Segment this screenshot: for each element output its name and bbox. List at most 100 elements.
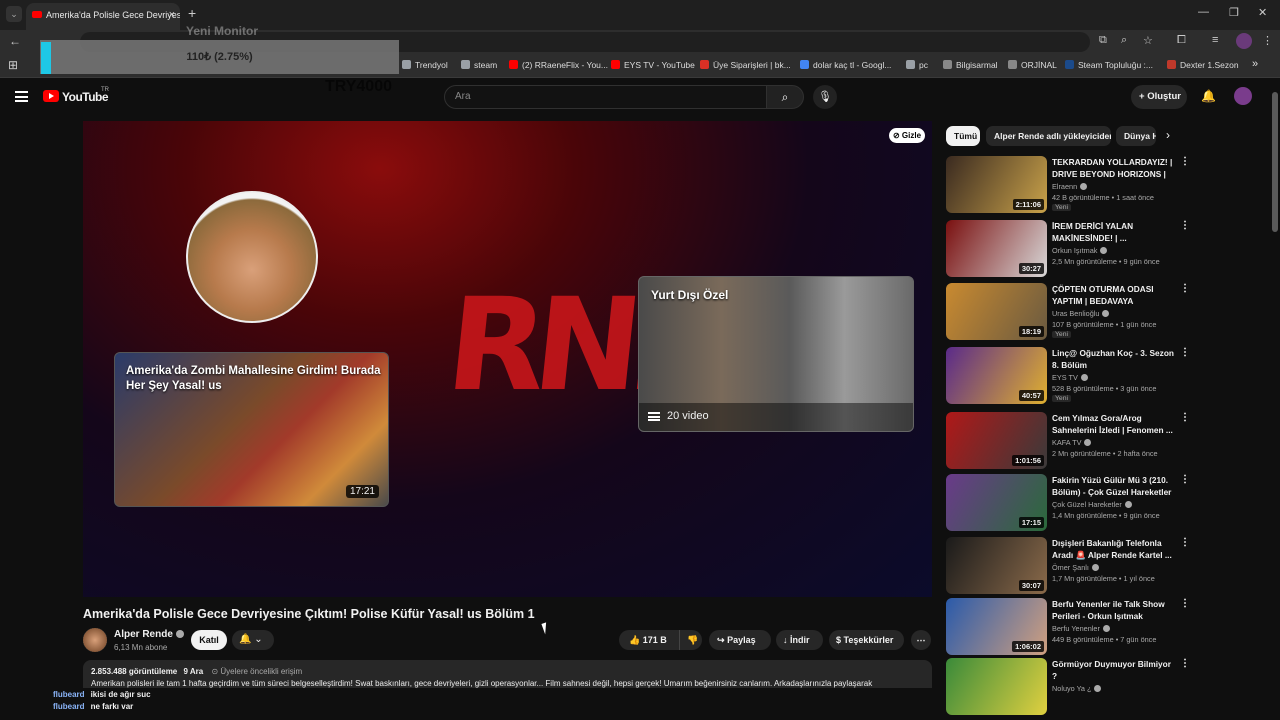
video-thumbnail[interactable]: 2:11:06 [946, 156, 1047, 213]
channel-name[interactable]: EYS TV [1052, 373, 1088, 382]
video-title[interactable]: Görmüyor Duymuyor Bilmiyor ? [1052, 659, 1174, 682]
video-thumbnail[interactable]: 30:07 [946, 537, 1047, 594]
channel-name[interactable]: KAFA TV [1052, 438, 1092, 447]
bookmarks-overflow-icon[interactable]: » [1252, 58, 1258, 70]
video-player[interactable]: ⊘ Gizle RND Amerika'da Zombi Mahallesine… [83, 121, 932, 597]
more-actions-icon[interactable]: ⋯ [911, 630, 931, 650]
tab-search-button[interactable]: ⌄ [6, 6, 22, 22]
close-window-icon[interactable]: ✕ [1258, 6, 1267, 19]
thanks-button[interactable]: $ Teşekkürler [829, 630, 904, 650]
video-thumbnail[interactable]: 1:06:02 [946, 598, 1047, 655]
reading-list-icon[interactable]: ≡ [1212, 34, 1218, 46]
video-title[interactable]: Berfu Yenenler ile Talk Show Perileri - … [1052, 599, 1174, 622]
filter-chip[interactable]: Dünya Ha [1116, 126, 1156, 146]
close-tab-icon[interactable]: × [169, 3, 175, 28]
endscreen-video-card[interactable]: Amerika'da Zombi Mahallesine Girdim! Bur… [114, 352, 389, 507]
bookmark-item[interactable]: Bilgisarmal [943, 60, 998, 70]
notifications-bell-icon[interactable]: 🔔 [1201, 89, 1216, 103]
minimize-icon[interactable]: — [1198, 6, 1209, 18]
chevron-right-icon[interactable]: › [1166, 128, 1170, 142]
zoom-icon[interactable]: ⌕ [1121, 34, 1127, 47]
scrollbar-thumb[interactable] [1272, 92, 1278, 232]
video-title[interactable]: Cem Yılmaz Gora/Arog Sahnelerini İzledi … [1052, 413, 1174, 436]
video-title[interactable]: Dışişleri Bakanlığı Telefonla Aradı 🚨 Al… [1052, 538, 1174, 561]
video-thumbnail[interactable]: 17:15 [946, 474, 1047, 531]
recommended-video[interactable]: 17:15 Fakirin Yüzü Gülür Mü 3 (210. Bölüm… [946, 474, 1190, 532]
more-options-icon[interactable]: ⋮ [1180, 598, 1190, 609]
bookmark-star-icon[interactable]: ☆ [1143, 34, 1153, 47]
account-avatar[interactable] [1234, 87, 1252, 105]
more-options-icon[interactable]: ⋮ [1180, 658, 1190, 669]
channel-name[interactable]: Noluyo Ya ¿ [1052, 684, 1102, 693]
recommended-video[interactable]: 18:19 ÇÖPTEN OTURMA ODASI YAPTIM | BEDAVA… [946, 283, 1190, 341]
bookmark-item[interactable]: Dexter 1.Sezon [1167, 60, 1239, 70]
video-thumbnail[interactable]: 30:27 [946, 220, 1047, 277]
notification-settings-button[interactable]: 🔔 ⌄ [232, 630, 274, 650]
install-app-icon[interactable]: ⧉ [1099, 34, 1107, 47]
video-title[interactable]: Fakirin Yüzü Gülür Mü 3 (210. Bölüm) - Ç… [1052, 475, 1174, 499]
recommended-video[interactable]: 2:11:06 TEKRARDAN YOLLARDAYIZ! | DRIVE BE… [946, 156, 1190, 214]
voice-search-mic-icon[interactable]: 🎙 [813, 85, 837, 109]
hamburger-menu-icon[interactable] [15, 91, 28, 102]
more-options-icon[interactable]: ⋮ [1180, 412, 1190, 423]
join-button[interactable]: Katıl [191, 630, 227, 650]
channel-name[interactable]: Elraenn [1052, 182, 1088, 191]
apps-grid-icon[interactable]: ⊞ [8, 58, 18, 72]
search-input[interactable]: Ara [444, 85, 767, 109]
more-options-icon[interactable]: ⋮ [1180, 347, 1190, 358]
dislike-button[interactable]: 👎 [679, 630, 698, 650]
download-button[interactable]: ↓ İndir [776, 630, 823, 650]
video-title[interactable]: TEKRARDAN YOLLARDAYIZ! | DRIVE BEYOND HO… [1052, 157, 1174, 181]
bookmark-item[interactable]: steam [461, 60, 497, 70]
share-button[interactable]: ↪ Paylaş [709, 630, 771, 650]
extensions-icon[interactable]: ⧠ [1177, 34, 1186, 47]
recommended-video[interactable]: 30:27 İREM DERİCİ YALAN MAKİNESİNDE! | ..… [946, 220, 1190, 278]
like-button[interactable]: 👍 171 B [629, 630, 667, 650]
channel-name[interactable]: Orkun Işıtmak [1052, 246, 1108, 255]
more-options-icon[interactable]: ⋮ [1180, 156, 1190, 167]
bookmark-item[interactable]: dolar kaç tl - Googl... [800, 60, 891, 70]
more-options-icon[interactable]: ⋮ [1180, 474, 1190, 485]
channel-name[interactable]: Uras Benlioğlu [1052, 309, 1110, 318]
bookmark-item[interactable]: Üye Siparişleri | bk... [700, 60, 791, 70]
video-title[interactable]: İREM DERİCİ YALAN MAKİNESİNDE! | ... [1052, 221, 1174, 244]
endscreen-playlist-card[interactable]: Yurt Dışı Özel 20 video [638, 276, 914, 432]
bookmark-item[interactable]: Trendyol [402, 60, 448, 70]
channel-avatar[interactable] [83, 628, 107, 652]
filter-chip[interactable]: Tümü [946, 126, 980, 146]
youtube-logo-icon[interactable] [43, 90, 59, 102]
search-button[interactable]: ⌕ [766, 85, 804, 109]
video-title[interactable]: ÇÖPTEN OTURMA ODASI YAPTIM | BEDAVAYA [1052, 284, 1174, 307]
video-thumbnail[interactable] [946, 658, 1047, 715]
more-options-icon[interactable]: ⋮ [1180, 220, 1190, 231]
video-title[interactable]: Linç@ Oğuzhan Koç - 3. Sezon 8. Bölüm [1052, 348, 1174, 371]
more-options-icon[interactable]: ⋮ [1180, 537, 1190, 548]
filter-chip[interactable]: Alper Rende adlı yükleyiciden [986, 126, 1111, 146]
recommended-video[interactable]: 40:57 Linç@ Oğuzhan Koç - 3. Sezon 8. Böl… [946, 347, 1190, 405]
browser-profile-avatar[interactable] [1236, 33, 1252, 49]
recommended-video[interactable]: 30:07 Dışişleri Bakanlığı Telefonla Aradı… [946, 537, 1190, 595]
video-thumbnail[interactable]: 40:57 [946, 347, 1047, 404]
bookmark-item[interactable]: EYS TV - YouTube [611, 60, 695, 70]
browser-menu-icon[interactable]: ⋮ [1262, 34, 1273, 47]
bookmark-item[interactable]: pc [906, 60, 928, 70]
channel-name[interactable]: Berfu Yenenler [1052, 624, 1110, 633]
channel-subscribe-endscreen-avatar[interactable] [186, 191, 318, 323]
channel-name[interactable]: Alper Rende [114, 629, 184, 640]
video-thumbnail[interactable]: 1:01:56 [946, 412, 1047, 469]
channel-name[interactable]: Çok Güzel Hareketler [1052, 500, 1132, 509]
more-options-icon[interactable]: ⋮ [1180, 283, 1190, 294]
bookmark-item[interactable]: Steam Topluluğu :... [1065, 60, 1153, 70]
video-thumbnail[interactable]: 18:19 [946, 283, 1047, 340]
recommended-video[interactable]: 1:01:56 Cem Yılmaz Gora/Arog Sahnelerini … [946, 412, 1190, 470]
restore-icon[interactable]: ❐ [1229, 6, 1239, 19]
recommended-video[interactable]: 1:06:02 Berfu Yenenler ile Talk Show Peri… [946, 598, 1190, 656]
bookmark-item[interactable]: ORJİNAL [1008, 60, 1057, 70]
create-button[interactable]: + Oluştur [1131, 85, 1187, 109]
browser-tab-active[interactable]: Amerika'da Polisle Gece Devriyesi × [26, 3, 180, 30]
recommended-video[interactable]: Görmüyor Duymuyor Bilmiyor ? Noluyo Ya ¿ ⋮ [946, 658, 1190, 716]
bookmark-item[interactable]: (2) RRaeneFlix - You... [509, 60, 608, 70]
hide-endscreen-button[interactable]: ⊘ Gizle [889, 128, 925, 143]
back-icon[interactable]: ← [9, 34, 21, 48]
new-tab-icon[interactable]: + [188, 5, 196, 21]
